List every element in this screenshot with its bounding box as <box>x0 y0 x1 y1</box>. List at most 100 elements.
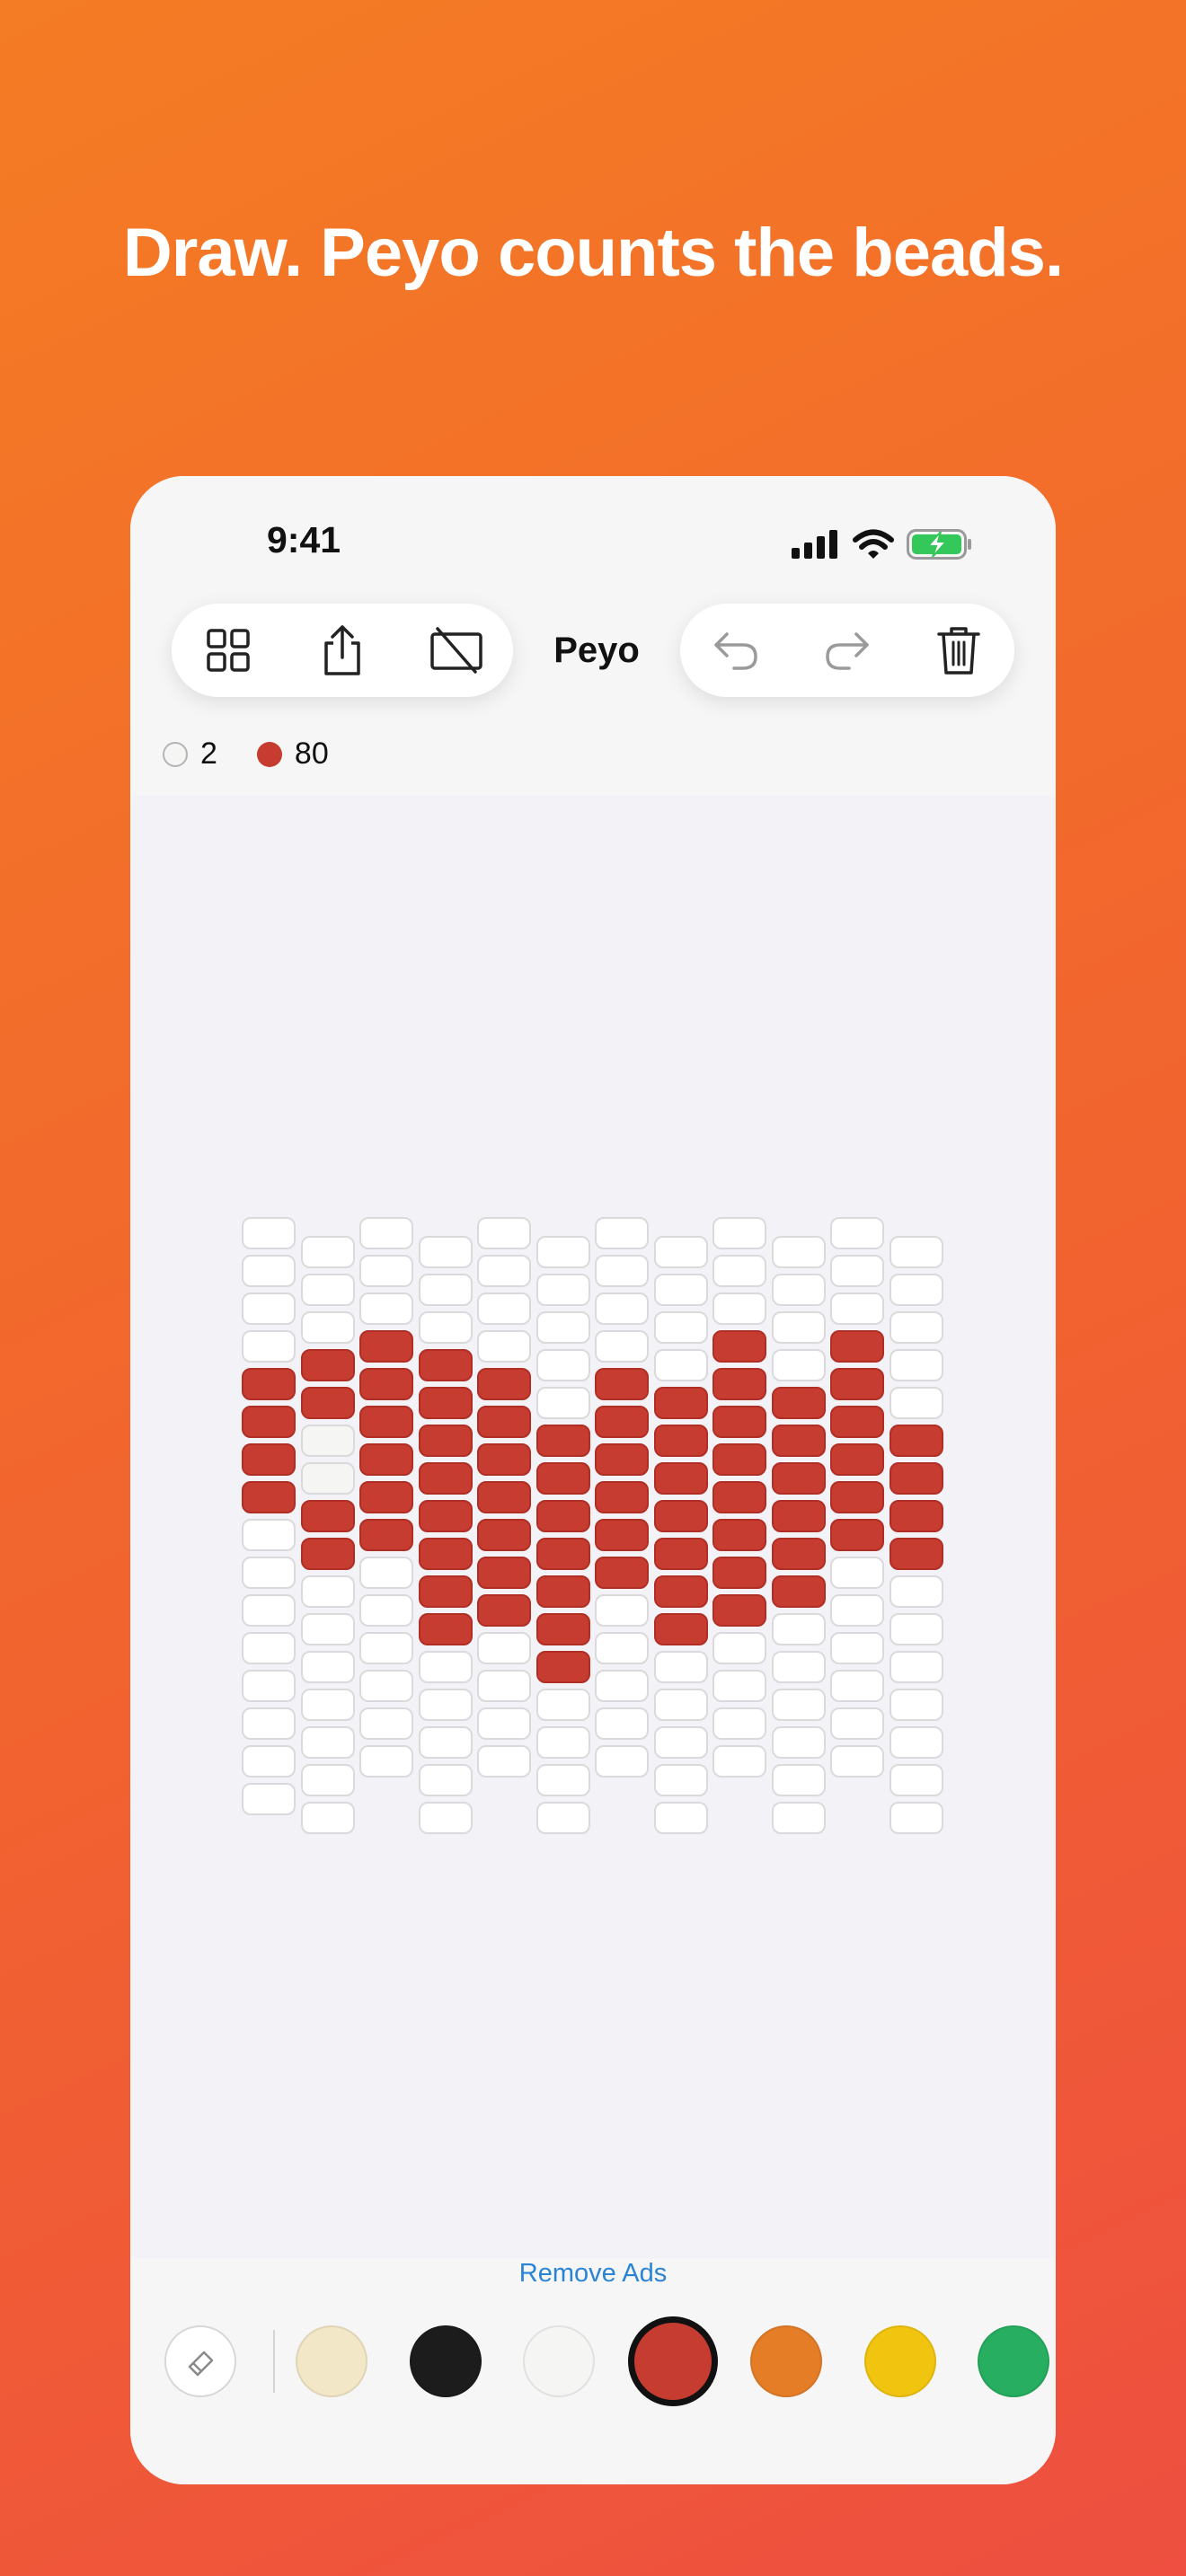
bead-empty[interactable] <box>242 1217 296 1249</box>
bead-red[interactable] <box>242 1481 296 1513</box>
bead-empty[interactable] <box>653 1651 708 1683</box>
bead-red[interactable] <box>712 1481 766 1513</box>
bead-red[interactable] <box>359 1330 413 1363</box>
bead-empty[interactable] <box>889 1726 943 1759</box>
swatch-cream[interactable] <box>296 2325 367 2397</box>
bead-empty[interactable] <box>477 1292 531 1325</box>
bead-empty[interactable] <box>595 1330 649 1363</box>
bead-red[interactable] <box>653 1613 708 1645</box>
bead-red[interactable] <box>712 1443 766 1476</box>
bead-empty[interactable] <box>712 1707 766 1740</box>
bead-empty[interactable] <box>712 1292 766 1325</box>
bead-red[interactable] <box>300 1538 355 1570</box>
bead-empty[interactable] <box>712 1217 766 1249</box>
bead-red[interactable] <box>595 1481 649 1513</box>
bead-empty[interactable] <box>418 1311 473 1344</box>
bead-red[interactable] <box>771 1387 826 1419</box>
bead-red[interactable] <box>477 1519 531 1551</box>
bead-red[interactable] <box>712 1594 766 1627</box>
bead-empty[interactable] <box>242 1330 296 1363</box>
bead-red[interactable] <box>595 1519 649 1551</box>
bead-empty[interactable] <box>889 1802 943 1834</box>
bead-empty[interactable] <box>830 1670 884 1702</box>
bead-empty[interactable] <box>889 1689 943 1721</box>
bead-empty[interactable] <box>771 1802 826 1834</box>
bead-red[interactable] <box>595 1368 649 1400</box>
bead-red[interactable] <box>889 1538 943 1570</box>
bead-empty[interactable] <box>300 1802 355 1834</box>
bead-empty[interactable] <box>477 1255 531 1287</box>
bead-canvas[interactable] <box>130 795 1056 2259</box>
bead-red[interactable] <box>300 1349 355 1381</box>
bead-red[interactable] <box>418 1425 473 1457</box>
bead-empty[interactable] <box>889 1349 943 1381</box>
bead-empty[interactable] <box>889 1274 943 1306</box>
bead-red[interactable] <box>830 1368 884 1400</box>
bead-empty[interactable] <box>418 1726 473 1759</box>
bead-red[interactable] <box>889 1425 943 1457</box>
bead-empty[interactable] <box>300 1689 355 1721</box>
swatch-orange[interactable] <box>750 2325 822 2397</box>
bead-empty[interactable] <box>242 1670 296 1702</box>
bead-empty[interactable] <box>300 1274 355 1306</box>
bead-empty[interactable] <box>300 1651 355 1683</box>
bead-empty[interactable] <box>477 1745 531 1778</box>
undo-button[interactable] <box>700 614 772 686</box>
bead-red[interactable] <box>889 1462 943 1495</box>
bead-empty[interactable] <box>653 1236 708 1268</box>
bead-empty[interactable] <box>653 1726 708 1759</box>
bead-empty[interactable] <box>535 1387 590 1419</box>
bead-red[interactable] <box>771 1425 826 1457</box>
eraser-button[interactable] <box>164 2325 236 2397</box>
bead-empty[interactable] <box>359 1217 413 1249</box>
bead-red[interactable] <box>653 1575 708 1608</box>
bead-empty[interactable] <box>653 1274 708 1306</box>
bead-red[interactable] <box>418 1538 473 1570</box>
bead-empty[interactable] <box>771 1726 826 1759</box>
bead-red[interactable] <box>418 1500 473 1532</box>
bead-red[interactable] <box>889 1500 943 1532</box>
bead-red[interactable] <box>359 1443 413 1476</box>
bead-empty[interactable] <box>242 1519 296 1551</box>
bead-empty[interactable] <box>242 1557 296 1589</box>
bead-red[interactable] <box>477 1368 531 1400</box>
bead-red[interactable] <box>477 1557 531 1589</box>
bead-red[interactable] <box>712 1406 766 1438</box>
toggle-grid-button[interactable] <box>420 614 492 686</box>
bead-red[interactable] <box>418 1613 473 1645</box>
bead-empty[interactable] <box>830 1557 884 1589</box>
bead-red[interactable] <box>771 1462 826 1495</box>
bead-empty[interactable] <box>477 1670 531 1702</box>
bead-empty[interactable] <box>242 1745 296 1778</box>
bead-red[interactable] <box>535 1613 590 1645</box>
bead-empty[interactable] <box>242 1783 296 1815</box>
bead-red[interactable] <box>830 1406 884 1438</box>
bead-empty[interactable] <box>712 1745 766 1778</box>
bead-empty[interactable] <box>535 1274 590 1306</box>
bead-empty[interactable] <box>535 1802 590 1834</box>
bead-empty[interactable] <box>889 1764 943 1796</box>
bead-red[interactable] <box>359 1519 413 1551</box>
bead-empty[interactable] <box>830 1255 884 1287</box>
share-button[interactable] <box>306 614 378 686</box>
bead-empty[interactable] <box>889 1575 943 1608</box>
bead-empty[interactable] <box>830 1292 884 1325</box>
bead-red[interactable] <box>595 1406 649 1438</box>
bead-empty[interactable] <box>595 1292 649 1325</box>
bead-red[interactable] <box>418 1575 473 1608</box>
bead-empty[interactable] <box>418 1689 473 1721</box>
bead-empty[interactable] <box>300 1726 355 1759</box>
bead-red[interactable] <box>418 1387 473 1419</box>
bead-empty[interactable] <box>830 1632 884 1664</box>
bead-empty[interactable] <box>300 1236 355 1268</box>
bead-empty[interactable] <box>771 1349 826 1381</box>
bead-red[interactable] <box>535 1651 590 1683</box>
bead-empty[interactable] <box>653 1349 708 1381</box>
bead-empty[interactable] <box>771 1311 826 1344</box>
bead-empty[interactable] <box>300 1575 355 1608</box>
bead-white[interactable] <box>300 1425 355 1457</box>
bead-red[interactable] <box>242 1406 296 1438</box>
bead-empty[interactable] <box>653 1689 708 1721</box>
delete-button[interactable] <box>923 614 995 686</box>
bead-empty[interactable] <box>535 1689 590 1721</box>
